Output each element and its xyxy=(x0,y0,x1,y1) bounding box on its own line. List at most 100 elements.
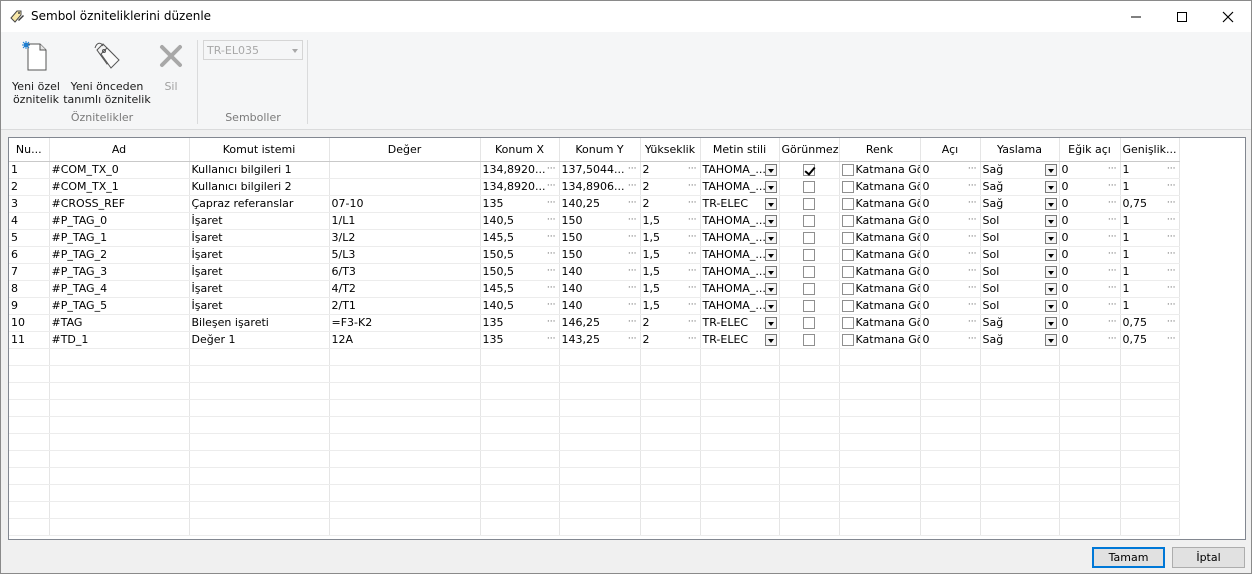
cell-h[interactable]: 2 ··· xyxy=(640,331,701,349)
table-row[interactable]: 2 #COM_TX_1 Kullanıcı bilgileri 2 134,8920.… xyxy=(9,178,1180,196)
cell-ad[interactable]: #COM_TX_1 xyxy=(49,178,190,196)
cell-h[interactable]: 1,5 ··· xyxy=(640,280,701,298)
ellipsis-icon[interactable]: ··· xyxy=(1108,198,1117,208)
cell-renk[interactable]: Katmana Göre xyxy=(839,212,921,230)
cell-genislik[interactable]: 1 ··· xyxy=(1120,263,1180,281)
cell-deger[interactable]: 12A xyxy=(329,331,481,349)
cell-h[interactable]: 1,5 ··· xyxy=(640,212,701,230)
table-row[interactable]: 10 #TAG Bileşen işareti =F3-K2 135 ··· 146,25 ·… xyxy=(9,314,1180,332)
cell-yaslama[interactable]: Sol xyxy=(980,229,1060,247)
cell-y[interactable]: 137,5044... ··· xyxy=(559,161,641,179)
ellipsis-icon[interactable]: ··· xyxy=(1108,181,1117,191)
ellipsis-icon[interactable]: ··· xyxy=(1108,232,1117,242)
cell-nu[interactable]: 9 xyxy=(9,297,50,315)
cell-ad[interactable]: #P_TAG_5 xyxy=(49,297,190,315)
table-row[interactable]: 5 #P_TAG_1 İşaret 3/L2 145,5 ··· 150 ··· 1,5 ··· T… xyxy=(9,229,1180,247)
maximize-button[interactable] xyxy=(1159,1,1205,32)
cell-deger[interactable]: 2/T1 xyxy=(329,297,481,315)
cell-komut[interactable]: İşaret xyxy=(189,280,330,298)
ellipsis-icon[interactable]: ··· xyxy=(1108,266,1117,276)
cell-ad[interactable]: #P_TAG_3 xyxy=(49,263,190,281)
ellipsis-icon[interactable]: ··· xyxy=(968,198,977,208)
cell-renk[interactable]: Katmana Göre xyxy=(839,263,921,281)
column-header[interactable]: Renk xyxy=(839,138,921,162)
cell-stil[interactable]: TAHOMA_... xyxy=(700,246,780,264)
ellipsis-icon[interactable]: ··· xyxy=(688,198,697,208)
ellipsis-icon[interactable]: ··· xyxy=(688,317,697,327)
ellipsis-icon[interactable]: ··· xyxy=(968,317,977,327)
column-header[interactable]: Yaslama xyxy=(980,138,1060,162)
delete-button[interactable]: Sil xyxy=(151,38,191,116)
invisible-checkbox[interactable] xyxy=(803,215,815,227)
dropdown-arrow-icon[interactable] xyxy=(1044,282,1057,295)
dropdown-arrow-icon[interactable] xyxy=(1044,231,1057,244)
cell-ad[interactable]: #P_TAG_0 xyxy=(49,212,190,230)
cell-deger[interactable]: 3/L2 xyxy=(329,229,481,247)
cell-aci[interactable]: 0 ··· xyxy=(920,212,981,230)
cell-genislik[interactable]: 1 ··· xyxy=(1120,229,1180,247)
cell-egik[interactable]: 0 ··· xyxy=(1059,212,1121,230)
ellipsis-icon[interactable]: ··· xyxy=(547,317,556,327)
column-header[interactable]: Eğik açı xyxy=(1059,138,1121,162)
column-header[interactable]: Komut istemi xyxy=(189,138,330,162)
cell-gorunmez[interactable] xyxy=(779,314,840,332)
ellipsis-icon[interactable]: ··· xyxy=(688,334,697,344)
cell-y[interactable]: 146,25 ··· xyxy=(559,314,641,332)
cell-ad[interactable]: #CROSS_REF xyxy=(49,195,190,213)
minimize-button[interactable] xyxy=(1113,1,1159,32)
ellipsis-icon[interactable]: ··· xyxy=(628,300,637,310)
cell-stil[interactable]: TAHOMA_... xyxy=(700,178,780,196)
new-predefined-attribute-button[interactable]: Yeni önceden tanımlı öznitelik xyxy=(63,38,151,116)
cell-egik[interactable]: 0 ··· xyxy=(1059,297,1121,315)
dropdown-arrow-icon[interactable] xyxy=(1044,163,1057,176)
cell-gorunmez[interactable] xyxy=(779,212,840,230)
cell-egik[interactable]: 0 ··· xyxy=(1059,161,1121,179)
cell-aci[interactable]: 0 ··· xyxy=(920,314,981,332)
close-button[interactable] xyxy=(1205,1,1251,32)
cell-aci[interactable]: 0 ··· xyxy=(920,161,981,179)
cell-genislik[interactable]: 1 ··· xyxy=(1120,178,1180,196)
cell-renk[interactable]: Katmana Göre xyxy=(839,195,921,213)
ellipsis-icon[interactable]: ··· xyxy=(1167,283,1176,293)
cell-yaslama[interactable]: Sağ xyxy=(980,314,1060,332)
cell-aci[interactable]: 0 ··· xyxy=(920,229,981,247)
cell-genislik[interactable]: 0,75 ··· xyxy=(1120,195,1180,213)
ellipsis-icon[interactable]: ··· xyxy=(547,249,556,259)
column-header[interactable]: Konum X xyxy=(480,138,560,162)
cell-y[interactable]: 140 ··· xyxy=(559,280,641,298)
ellipsis-icon[interactable]: ··· xyxy=(547,266,556,276)
ellipsis-icon[interactable]: ··· xyxy=(547,215,556,225)
cell-h[interactable]: 1,5 ··· xyxy=(640,263,701,281)
dropdown-arrow-icon[interactable] xyxy=(1044,299,1057,312)
ellipsis-icon[interactable]: ··· xyxy=(547,300,556,310)
ellipsis-icon[interactable]: ··· xyxy=(547,198,556,208)
table-row[interactable]: 9 #P_TAG_5 İşaret 2/T1 140,5 ··· 140 ··· 1,5 ··· T… xyxy=(9,297,1180,315)
invisible-checkbox[interactable] xyxy=(803,198,815,210)
ellipsis-icon[interactable]: ··· xyxy=(1108,300,1117,310)
cell-gorunmez[interactable] xyxy=(779,246,840,264)
cell-egik[interactable]: 0 ··· xyxy=(1059,178,1121,196)
cell-egik[interactable]: 0 ··· xyxy=(1059,263,1121,281)
cell-y[interactable]: 140 ··· xyxy=(559,263,641,281)
ellipsis-icon[interactable]: ··· xyxy=(688,164,697,174)
cell-y[interactable]: 150 ··· xyxy=(559,212,641,230)
dropdown-arrow-icon[interactable] xyxy=(764,282,777,295)
dropdown-arrow-icon[interactable] xyxy=(764,316,777,329)
attributes-grid[interactable]: Nu... Ad Komut istemi Değer Konum X Konum Y Yü… xyxy=(8,137,1246,540)
ellipsis-icon[interactable]: ··· xyxy=(968,232,977,242)
cell-genislik[interactable]: 0,75 ··· xyxy=(1120,331,1180,349)
ellipsis-icon[interactable]: ··· xyxy=(628,334,637,344)
cell-deger[interactable]: 1/L1 xyxy=(329,212,481,230)
cell-deger[interactable]: 07-10 xyxy=(329,195,481,213)
cell-genislik[interactable]: 0,75 ··· xyxy=(1120,314,1180,332)
ellipsis-icon[interactable]: ··· xyxy=(1108,283,1117,293)
dropdown-arrow-icon[interactable] xyxy=(764,163,777,176)
cell-egik[interactable]: 0 ··· xyxy=(1059,331,1121,349)
cell-y[interactable]: 140,25 ··· xyxy=(559,195,641,213)
cell-gorunmez[interactable] xyxy=(779,297,840,315)
cell-genislik[interactable]: 1 ··· xyxy=(1120,161,1180,179)
ellipsis-icon[interactable]: ··· xyxy=(1108,317,1117,327)
ellipsis-icon[interactable]: ··· xyxy=(968,283,977,293)
cell-x[interactable]: 134,8920... ··· xyxy=(480,178,560,196)
cell-aci[interactable]: 0 ··· xyxy=(920,178,981,196)
